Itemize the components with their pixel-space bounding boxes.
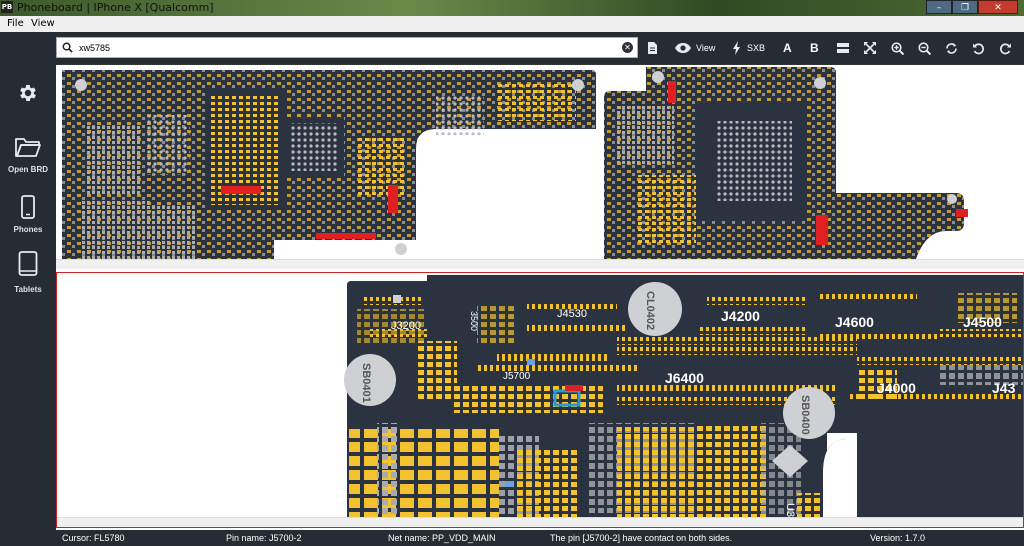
sidebar-item-settings[interactable] (0, 82, 56, 104)
sidebar-item-open-brd[interactable]: Open BRD (0, 135, 56, 174)
fit-screen-button[interactable] (864, 38, 876, 58)
tablet-icon (18, 251, 38, 276)
menu-view[interactable]: View (31, 18, 55, 29)
title-bar: PB Phoneboard | IPhone X [Qualcomm] – ❐ … (0, 0, 1024, 16)
label-j6400: J6400 (665, 370, 704, 386)
detail-scrollbar[interactable] (57, 517, 1023, 527)
overview-scrollbar[interactable] (56, 259, 1024, 269)
zoom-out-button[interactable] (918, 38, 931, 58)
menu-file[interactable]: File (7, 18, 24, 29)
label-u3: U3 (784, 503, 796, 517)
eye-icon (675, 43, 691, 53)
label-j4530: J4530 (557, 308, 587, 320)
clear-search-icon[interactable]: ✕ (622, 42, 633, 53)
zoom-in-button[interactable] (891, 38, 904, 58)
rotate-button[interactable] (945, 38, 958, 58)
sxb-button[interactable]: SXB (732, 38, 765, 58)
label-j43: J43 (992, 380, 1016, 396)
sidebar-item-tablets[interactable]: Tablets (0, 251, 56, 294)
document-icon (648, 42, 657, 54)
board-overview-canvas[interactable] (56, 65, 1024, 269)
zoom-in-icon (891, 41, 904, 55)
label-j4600: J4600 (835, 314, 874, 330)
status-net-name: Net name: PP_VDD_MAIN (388, 533, 496, 543)
rotate-left-icon (973, 42, 985, 54)
sidebar: Open BRD Phones Tablets (0, 32, 56, 530)
rotate-right-button[interactable] (999, 38, 1012, 58)
label-j3500: 3500 (469, 311, 479, 331)
sidebar-item-phones[interactable]: Phones (0, 195, 56, 234)
side-a-button[interactable]: A (783, 38, 792, 58)
sync-icon (946, 42, 957, 54)
sidebar-item-label: Phones (13, 225, 43, 234)
expand-icon (864, 42, 876, 54)
window-controls: – ❐ ✕ (926, 0, 1018, 14)
window-title: Phoneboard | IPhone X [Qualcomm] (17, 1, 214, 14)
label-sb0400: SB0400 (799, 395, 811, 435)
folder-icon (15, 138, 41, 157)
board-overview-pane[interactable] (56, 64, 1024, 269)
label-j4000: J4000 (877, 380, 916, 396)
sxb-label: SXB (747, 43, 766, 53)
search-input[interactable] (79, 40, 619, 55)
board-detail-canvas[interactable]: J3200 3500 J4530 CL0402 J4200 J4600 J450… (57, 273, 1023, 527)
label-j3200: J3200 (391, 320, 421, 332)
minimize-button[interactable]: – (926, 0, 952, 14)
gear-icon (20, 85, 36, 101)
lightning-icon (733, 41, 740, 55)
search-box: ✕ (56, 37, 638, 58)
maximize-button[interactable]: ❐ (952, 0, 978, 14)
document-button[interactable] (647, 38, 658, 58)
status-bar: Cursor: FL5780 Pin name: J5700-2 Net nam… (0, 530, 1024, 546)
menu-bar: File View (0, 16, 1024, 33)
label-j4500: J4500 (963, 314, 1002, 330)
label-j5700: J5700 (503, 371, 531, 382)
split-icon (837, 43, 849, 53)
rotate-left-button[interactable] (972, 38, 985, 58)
view-button[interactable]: View (674, 38, 715, 58)
status-pin-name: Pin name: J5700-2 (226, 533, 302, 543)
sidebar-item-label: Tablets (14, 285, 42, 294)
status-version: Version: 1.7.0 (870, 533, 926, 543)
view-label: View (696, 43, 716, 53)
rotate-right-icon (999, 42, 1011, 54)
toolbar: ✕ View SXB A B (56, 32, 1024, 64)
close-window-button[interactable]: ✕ (978, 0, 1018, 14)
split-view-button[interactable] (837, 38, 849, 58)
search-icon (62, 42, 73, 53)
status-cursor: Cursor: FL5780 (62, 533, 125, 543)
side-b-button[interactable]: B (810, 38, 819, 58)
label-cl0402: CL0402 (644, 291, 656, 330)
app-logo-icon: PB (1, 1, 13, 13)
label-j4200: J4200 (721, 308, 760, 324)
sidebar-item-label: Open BRD (8, 165, 48, 174)
phone-icon (21, 195, 35, 219)
zoom-out-icon (918, 41, 931, 55)
board-detail-pane[interactable]: J3200 3500 J4530 CL0402 J4200 J4600 J450… (56, 272, 1024, 528)
label-sb0401: SB0401 (360, 363, 372, 403)
status-message: The pin [J5700-2] have contact on both s… (550, 533, 733, 543)
